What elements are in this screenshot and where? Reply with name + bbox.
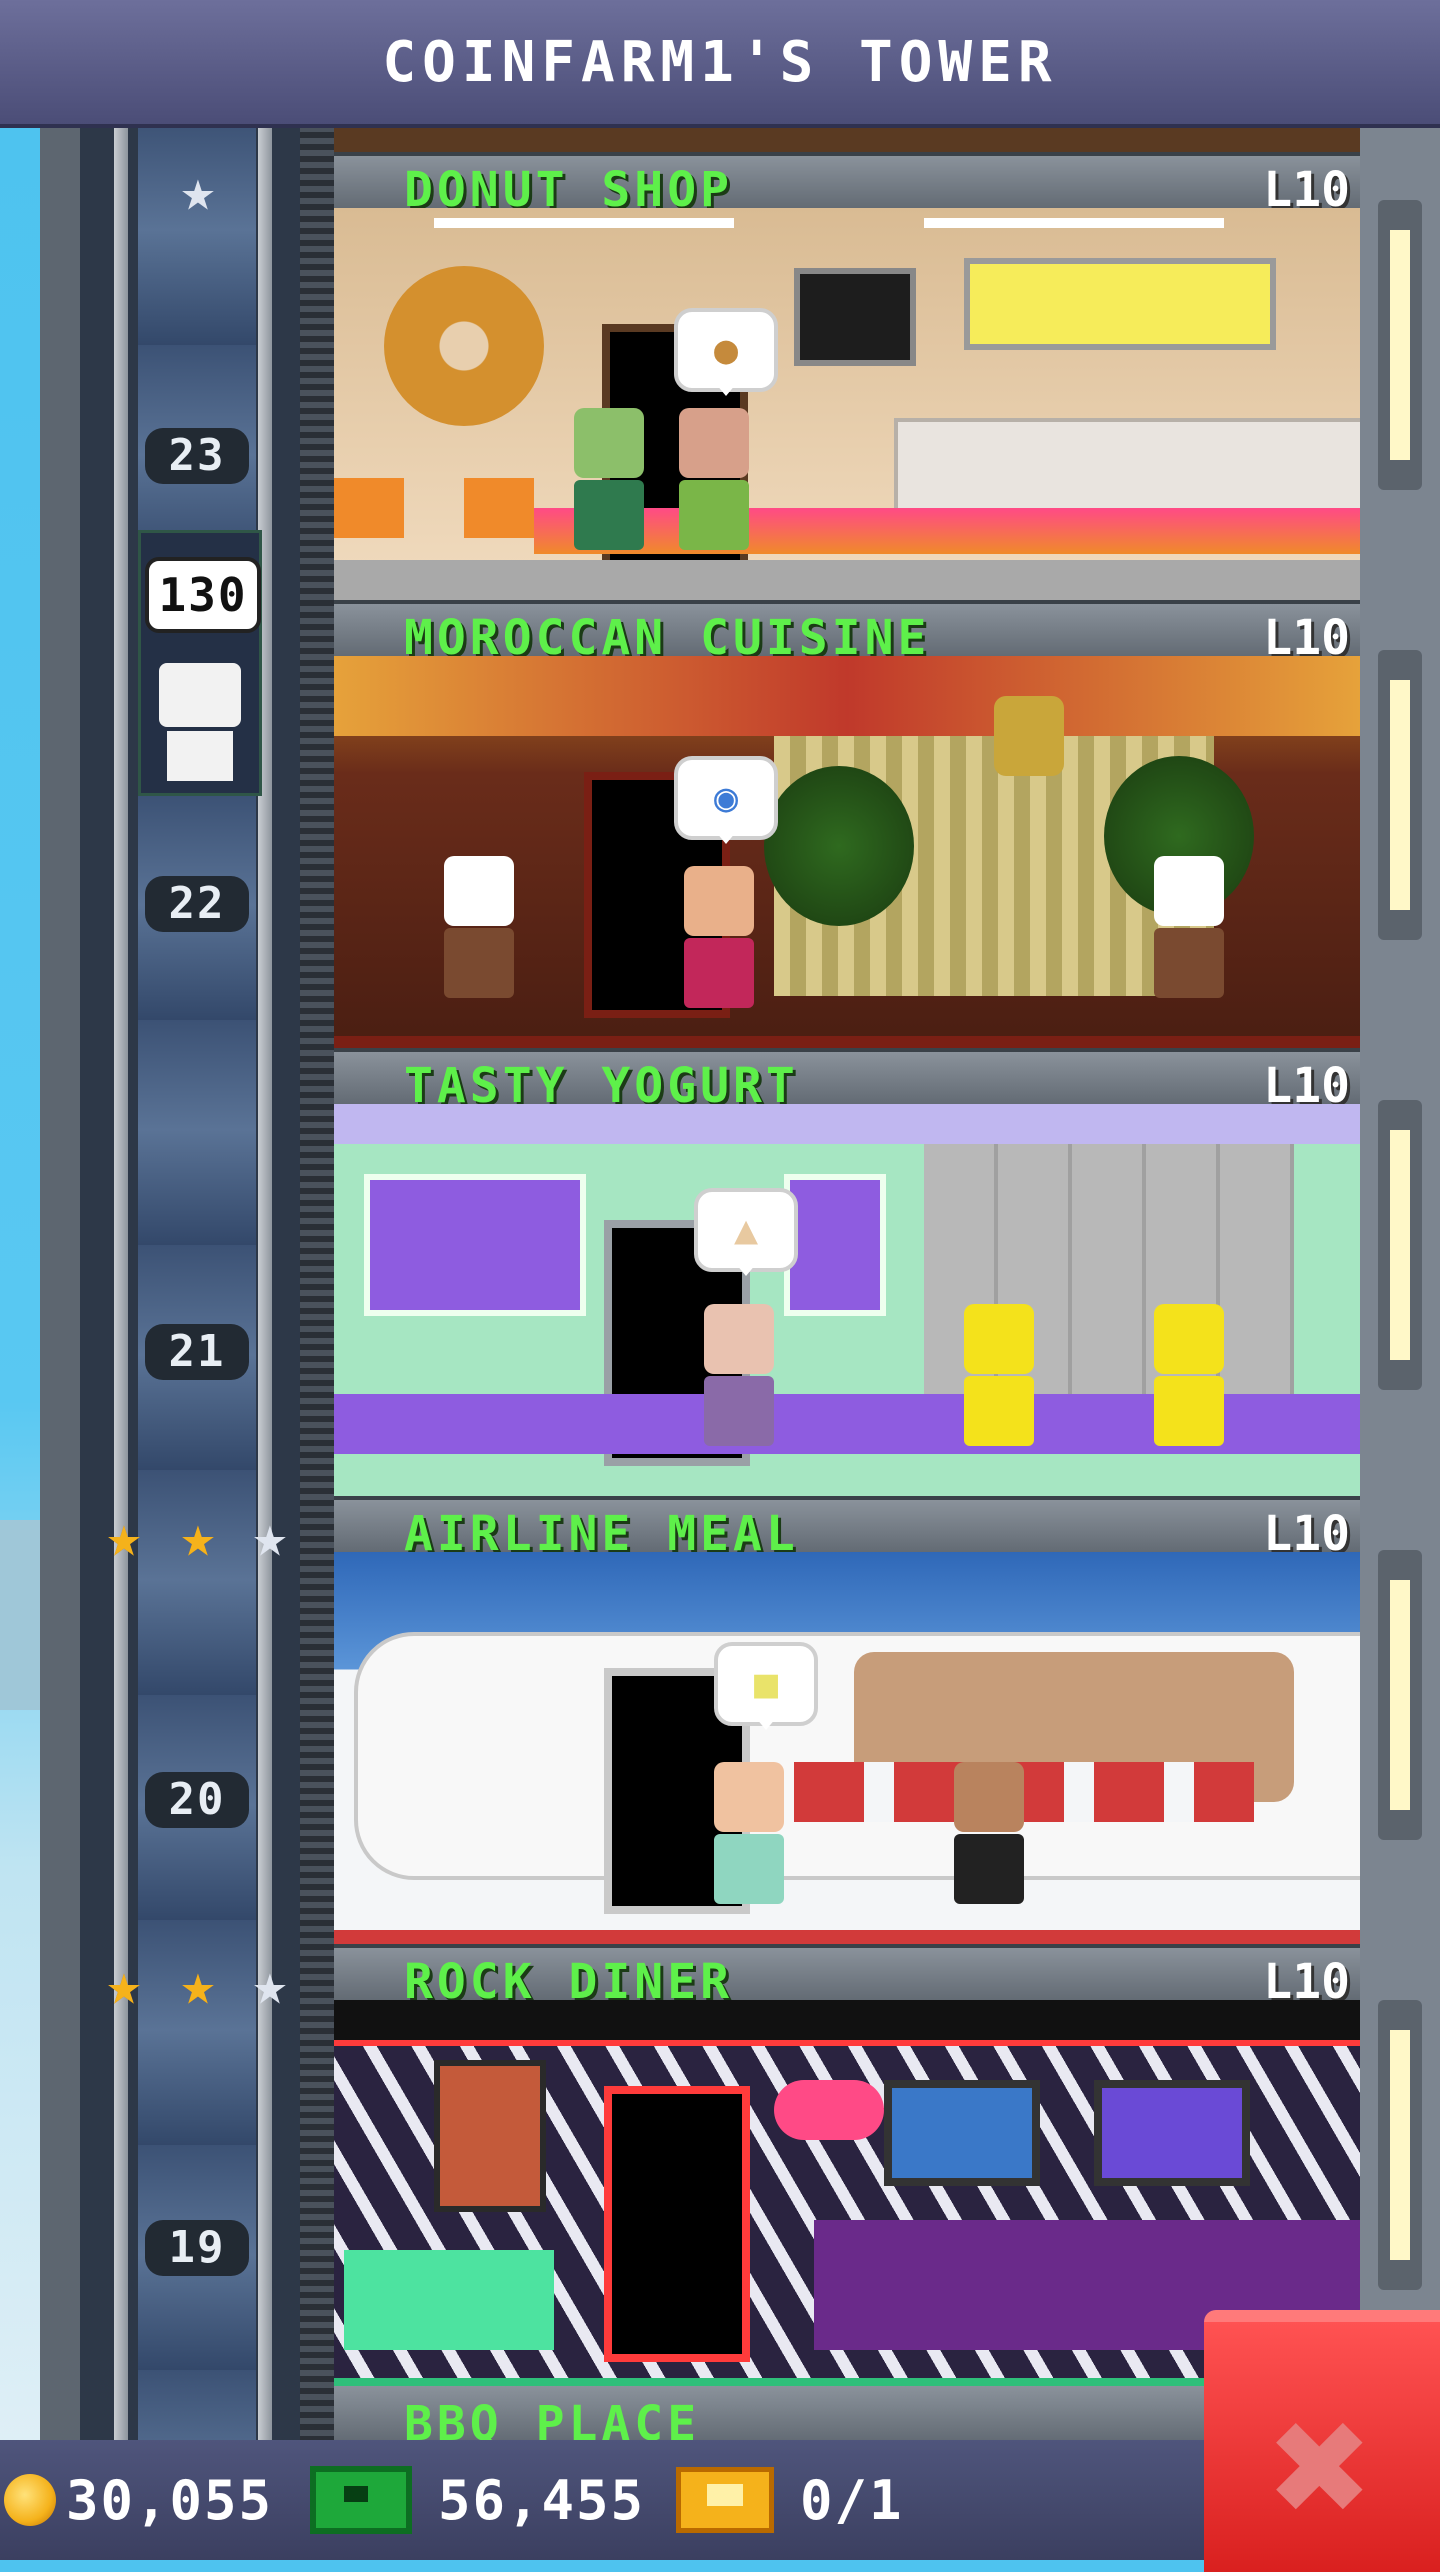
menu-board [794,268,916,366]
bitizen-worker[interactable] [1154,1304,1224,1446]
thought-bubble[interactable]: ■ [714,1642,818,1730]
golden-ticket-icon [676,2467,774,2533]
window [1378,200,1422,490]
airplane-seats [794,1762,1254,1822]
bitizen-chef[interactable] [444,856,514,998]
window [1378,2000,1422,2290]
bitizen-worker[interactable] [964,1304,1034,1446]
meal-tray-icon: ■ [753,1661,779,1707]
window [1378,1550,1422,1840]
floor-header: AIRLINE MEAL L10 [334,1496,1360,1562]
floor-room: ■ [334,1552,1360,1944]
thought-bubble[interactable]: ◉ [674,756,778,844]
ceiling-drapes [334,656,1360,736]
ceiling-lights [334,2000,1360,2046]
floor-room: ● [334,208,1360,600]
menu-board [784,1174,886,1316]
price-board [964,258,1276,350]
coin-icon [4,2474,56,2526]
plant-icon [764,766,914,926]
top-bar: COINFARM1'S TOWER [0,0,1440,128]
passenger-count: 130 [158,568,248,622]
cookie-icon: ● [713,327,739,373]
floor-number-19: 19 [145,2220,249,2276]
ceiling-light [924,218,1224,228]
coin-value: 30,055 [66,2468,274,2532]
bitizen-customer[interactable] [679,408,749,550]
guitar-icon [774,2080,884,2140]
city-skyline [0,1520,40,1710]
floor-number-23: 23 [145,428,249,484]
shop-door [604,2086,750,2362]
counter-base [534,508,1360,554]
rock-poster [434,2060,546,2212]
elevator-passenger-body [167,731,233,781]
tower-title: COINFARM1'S TOWER [382,29,1058,95]
ticket-counter[interactable]: 0/1 [676,2458,904,2542]
tv-screen [884,2080,1040,2186]
thought-bubble[interactable]: ● [674,308,778,396]
bitizen-customer[interactable] [684,866,754,1008]
ceiling-light [434,218,734,228]
floor-number-22: 22 [145,876,249,932]
star-gold-icon: ★ [106,1502,142,1570]
floor-donut-shop[interactable]: DONUT SHOP L10 ● [334,152,1360,600]
elevator-rail-left [114,120,128,2450]
star-silver-icon: ★ [252,1502,288,1570]
bitizen-customer[interactable] [574,408,644,550]
tv-screen [1094,2080,1250,2186]
plate-icon: ◉ [713,775,739,821]
floor-room: ◉ [334,656,1360,1048]
close-button[interactable]: ✖ [1204,2310,1440,2572]
passenger-count-bubble: 130 [145,557,261,633]
coin-counter[interactable]: 30,055 [4,2458,273,2542]
floor-header: TASTY YOGURT L10 [334,1048,1360,1114]
bitizen-worker[interactable] [954,1762,1024,1904]
menu-board [364,1174,586,1316]
elevator-rail-right [258,120,272,2450]
floor-tasty-yogurt[interactable]: TASTY YOGURT L10 ▲ [334,1048,1360,1496]
diner-booth [344,2250,554,2350]
bitizen-customer[interactable] [704,1304,774,1446]
display-counter [894,418,1360,516]
floor-header: MOROCCAN CUISINE L10 [334,600,1360,666]
bitizen-customer[interactable] [714,1762,784,1904]
seat-left [334,478,404,538]
bux-value: 56,455 [438,2468,646,2532]
chandelier-icon [994,696,1064,776]
floor-number-21: 21 [145,1324,249,1380]
ticket-value: 0/1 [800,2468,904,2532]
star-silver-icon: ★ [180,156,216,224]
floor-moroccan-cuisine[interactable]: MOROCCAN CUISINE L10 ◉ [334,600,1360,1048]
close-icon: ✖ [1270,2368,1374,2566]
yogurt-icon: ▲ [733,1207,759,1253]
floor-base [334,560,1360,600]
floor-name: BBQ PLACE [404,2396,701,2446]
seat-right [464,478,534,538]
star-gold-icon: ★ [106,1950,142,2018]
floor-room: ▲ [334,1104,1360,1496]
window [1378,650,1422,940]
bitizen-chef[interactable] [1154,856,1224,998]
star-silver-icon: ★ [252,1950,288,2018]
donut-sign-icon [384,266,544,426]
bux-icon [310,2466,412,2534]
floor-airline-meal[interactable]: AIRLINE MEAL L10 ■ [334,1496,1360,1944]
elevator-passenger [159,663,241,727]
window [1378,1100,1422,1390]
floor-header: ROCK DINER L10 [334,1944,1360,2010]
star-gold-icon: ★ [180,1950,216,2018]
floor-base [334,1930,1360,1944]
bux-counter[interactable]: 56,455 [310,2458,645,2542]
floor-base [334,1036,1360,1048]
shaft-wall [300,120,334,2450]
thought-bubble[interactable]: ▲ [694,1188,798,1276]
floor-number-20: 20 [145,1772,249,1828]
floor-header: DONUT SHOP L10 [334,152,1360,218]
sky-background [0,120,40,2450]
elevator-cab[interactable]: 130 [138,530,262,796]
star-gold-icon: ★ [180,1502,216,1570]
